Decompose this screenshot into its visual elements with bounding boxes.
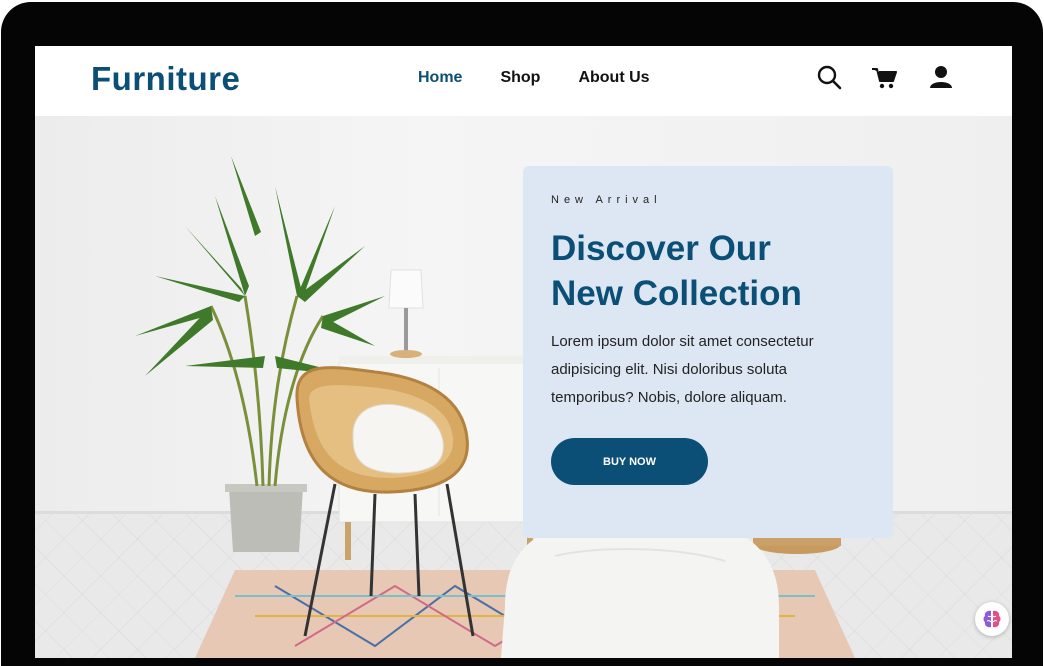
hero-title: Discover Our New Collection xyxy=(551,226,881,316)
site-header: Furniture Home Shop About Us xyxy=(35,46,1012,116)
hero-title-line-2: New Collection xyxy=(551,274,802,313)
hero-card: New Arrival Discover Our New Collection … xyxy=(523,166,893,538)
table-lamp-image xyxy=(388,269,424,358)
hero-description: Lorem ipsum dolor sit amet consectetur a… xyxy=(551,333,814,406)
device-frame: Furniture Home Shop About Us New Arrival… xyxy=(1,2,1043,666)
nav-home[interactable]: Home xyxy=(418,69,462,87)
main-nav: Home Shop About Us xyxy=(418,69,650,87)
search-icon[interactable] xyxy=(815,64,843,92)
hero-eyebrow: New Arrival xyxy=(551,194,662,206)
hero-scene: New Arrival Discover Our New Collection … xyxy=(35,116,1012,658)
nav-about-us[interactable]: About Us xyxy=(578,69,649,87)
buy-now-button[interactable]: BUY NOW xyxy=(551,438,708,485)
user-icon[interactable] xyxy=(927,64,955,92)
hero-title-line-1: Discover Our xyxy=(551,229,771,268)
site-logo[interactable]: Furniture xyxy=(91,60,240,98)
browser-screen: Furniture Home Shop About Us New Arrival… xyxy=(35,46,1012,658)
cart-icon[interactable] xyxy=(871,64,899,92)
nav-shop[interactable]: Shop xyxy=(500,69,540,87)
brain-icon[interactable] xyxy=(975,602,1009,636)
